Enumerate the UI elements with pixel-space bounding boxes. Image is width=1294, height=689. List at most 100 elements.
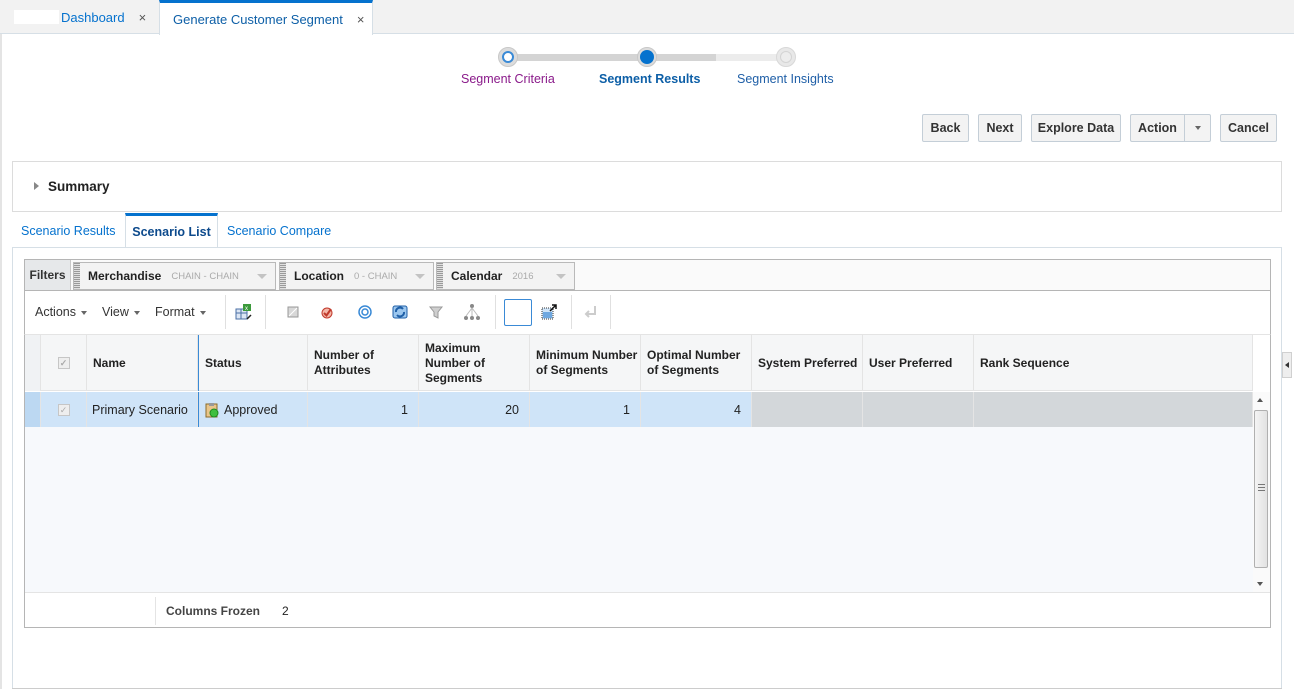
chevron-down-icon[interactable] (257, 274, 267, 279)
tab-bar: Dashboard × Generate Customer Segment × (0, 0, 1294, 35)
filter-merchandise[interactable]: Merchandise CHAIN - CHAIN (73, 262, 276, 290)
cell-name: Primary Scenario (87, 392, 198, 427)
divider (225, 295, 226, 329)
column-header-minimum-number-of-segments[interactable]: Minimum Number of Segments (530, 335, 641, 391)
train-label-segment-results[interactable]: Segment Results (599, 72, 700, 86)
filter-location[interactable]: Location 0 - CHAIN (279, 262, 434, 290)
freeze-column-button[interactable] (504, 299, 532, 326)
cell-number-of-attributes: 1 (308, 392, 419, 427)
column-header-name[interactable]: Name (87, 335, 198, 391)
export-excel-icon[interactable]: x (235, 303, 253, 321)
row-header-cell (25, 335, 41, 391)
column-header-number-of-attributes[interactable]: Number of Attributes (308, 335, 419, 391)
tab-dashboard[interactable]: Dashboard × (14, 0, 159, 34)
action-dropdown-button[interactable] (1184, 114, 1211, 142)
filter-calendar[interactable]: Calendar 2016 (436, 262, 575, 290)
expand-icon[interactable] (34, 182, 39, 190)
table-footer: Columns Frozen 2 (25, 592, 1270, 627)
actions-menu[interactable]: Actions (35, 305, 87, 319)
divider (610, 295, 611, 329)
view-menu[interactable]: View (102, 305, 140, 319)
vertical-scrollbar[interactable] (1253, 392, 1270, 592)
refresh-icon[interactable] (391, 303, 409, 321)
table-toolbar: Actions View Format x (24, 291, 1271, 334)
select-all-checkbox[interactable]: ✓ (57, 357, 70, 369)
scroll-thumb[interactable] (1254, 410, 1268, 568)
drag-handle[interactable] (74, 263, 80, 289)
status-text: Approved (224, 402, 278, 417)
divider (0, 34, 2, 689)
action-button[interactable]: Action (1130, 114, 1184, 142)
chevron-down-icon[interactable] (415, 274, 425, 279)
back-button[interactable]: Back (922, 114, 969, 142)
divider (155, 597, 156, 625)
explore-data-button[interactable]: Explore Data (1031, 114, 1121, 142)
scroll-down-icon[interactable] (1257, 582, 1263, 586)
column-header-status[interactable]: Status (198, 335, 308, 391)
chevron-down-icon[interactable] (556, 274, 566, 279)
summary-panel: Summary (12, 161, 1282, 212)
filter-value: CHAIN - CHAIN (171, 270, 239, 282)
row-header-cell (25, 392, 41, 427)
filter-value: 0 - CHAIN (354, 270, 398, 282)
approved-icon (205, 402, 219, 417)
format-menu[interactable]: Format (155, 305, 206, 319)
tab-blank (14, 10, 59, 24)
svg-text:x: x (245, 306, 248, 312)
tab-scenario-results[interactable]: Scenario Results (21, 213, 116, 248)
divider (495, 295, 496, 329)
scroll-up-icon[interactable] (1257, 398, 1263, 402)
filter-name: Calendar (451, 269, 503, 283)
columns-frozen-value[interactable]: 2 (282, 604, 289, 618)
drag-handle[interactable] (280, 263, 286, 289)
train-track (508, 54, 646, 61)
wrap-icon[interactable] (582, 303, 600, 321)
row-checkbox[interactable]: ✓ (57, 403, 70, 416)
train-stop-segment-criteria[interactable] (498, 47, 518, 67)
cell-rank-sequence (974, 392, 1253, 427)
summary-header[interactable]: Summary (48, 179, 110, 194)
cell-optimal-number-of-segments: 4 (641, 392, 752, 427)
tab-scenario-compare[interactable]: Scenario Compare (227, 213, 331, 248)
filters-label: Filters (25, 260, 71, 290)
table-row[interactable]: ✓ Primary Scenario Approved 1 20 1 4 (25, 392, 1253, 427)
drag-handle[interactable] (437, 263, 443, 289)
train-track (646, 54, 786, 61)
tab-label: Dashboard (61, 9, 125, 25)
select-all-cell: ✓ (41, 335, 87, 391)
filter-bar: Filters Merchandise CHAIN - CHAIN Locati… (24, 259, 1271, 291)
select-all-icon[interactable] (284, 303, 302, 321)
column-header-user-preferred[interactable]: User Preferred (863, 335, 974, 391)
column-header-system-preferred[interactable]: System Preferred (752, 335, 863, 391)
tab-label: Generate Customer Segment (173, 11, 343, 27)
columns-frozen-label: Columns Frozen (166, 604, 261, 618)
close-icon[interactable]: × (139, 10, 147, 25)
table-empty-area (25, 427, 1253, 592)
grip-icon (1258, 484, 1265, 491)
approve-icon[interactable] (318, 303, 336, 321)
tab-generate-customer-segment[interactable]: Generate Customer Segment × (159, 0, 373, 35)
close-icon[interactable]: × (357, 12, 365, 27)
cell-maximum-number-of-segments: 20 (419, 392, 530, 427)
cell-minimum-number-of-segments: 1 (530, 392, 641, 427)
next-button[interactable]: Next (978, 114, 1022, 142)
collapse-pane-handle[interactable] (1282, 352, 1292, 378)
cell-status: Approved (198, 392, 308, 427)
filter-icon[interactable] (427, 303, 445, 321)
target-icon[interactable] (356, 303, 374, 321)
divider (571, 295, 572, 329)
column-header-maximum-number-of-segments[interactable]: Maximum Number of Segments (419, 335, 530, 391)
divider (265, 295, 266, 329)
train-label-segment-criteria[interactable]: Segment Criteria (461, 72, 555, 86)
train-stop-segment-insights[interactable] (776, 47, 796, 67)
cancel-button[interactable]: Cancel (1220, 114, 1277, 142)
scenario-table: ✓ Name Status Number of Attributes Maxim… (24, 334, 1271, 628)
tab-scenario-list[interactable]: Scenario List (125, 213, 218, 248)
process-train: Segment Criteria Segment Results Segment… (0, 40, 1294, 95)
detach-icon[interactable] (540, 303, 558, 321)
hierarchy-icon[interactable] (463, 303, 481, 321)
column-header-rank-sequence[interactable]: Rank Sequence (974, 335, 1253, 391)
train-stop-segment-results[interactable] (637, 47, 657, 67)
train-label-segment-insights[interactable]: Segment Insights (737, 72, 834, 86)
column-header-optimal-number-of-segments[interactable]: Optimal Number of Segments (641, 335, 752, 391)
